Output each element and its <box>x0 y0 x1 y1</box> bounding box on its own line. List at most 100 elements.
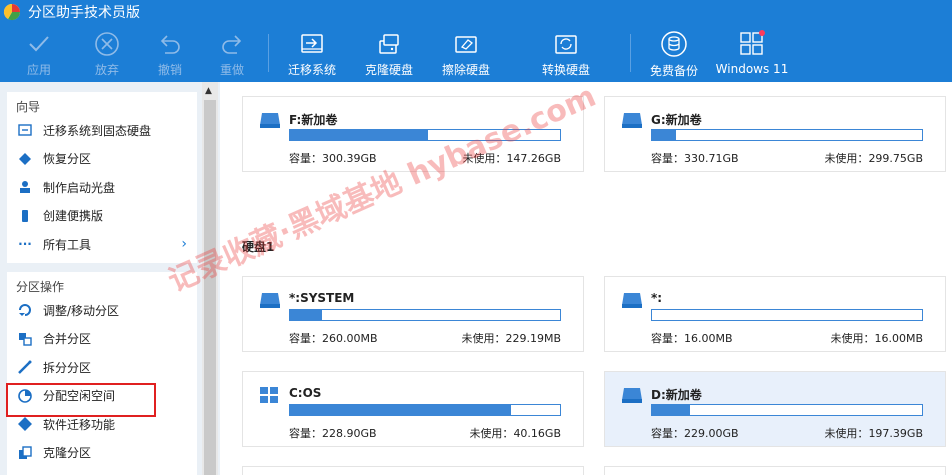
toolbar: 应用 放弃 撤销 重做 迁移系统 克隆硬盘 擦除硬盘 转换硬盘 免费备份 Win… <box>0 24 952 82</box>
toolbar-divider <box>630 34 631 72</box>
disk1-header: 硬盘1 <box>242 240 275 254</box>
unused-text: 未使用：40.16GB <box>469 427 561 440</box>
free-backup-label: 免费备份 <box>649 64 698 78</box>
usage-bar <box>651 129 923 141</box>
undo-label: 撤销 <box>157 63 182 77</box>
partition-card[interactable]: *:SYSTEM 容量：260.00MB 未使用：229.19MB <box>242 276 584 352</box>
capacity-text: 容量：16.00MB <box>651 332 733 345</box>
usage-bar-fill <box>290 405 512 415</box>
unused-text: 未使用：147.26GB <box>462 152 561 165</box>
highlight-annotation-box <box>6 383 156 417</box>
partition-drive-icon <box>621 111 643 129</box>
unused-text: 未使用：197.39GB <box>824 427 923 440</box>
close-circle-icon <box>92 30 122 57</box>
boot-disc-icon <box>17 179 33 195</box>
wipe-disk-label: 擦除硬盘 <box>441 63 490 77</box>
partition-drive-icon <box>259 291 281 309</box>
usage-bar <box>651 309 923 321</box>
usage-bar-fill <box>652 130 677 140</box>
sidebar-item-label: 克隆分区 <box>43 446 92 461</box>
merge-partition-icon <box>17 331 33 347</box>
usage-bar <box>651 404 923 416</box>
sidebar-item-migrate-ssd[interactable]: 迁移系统到固态硬盘 <box>7 116 197 145</box>
sidebar-item-label: 创建便携版 <box>43 209 104 224</box>
partition-name: G:新加卷 <box>651 113 702 127</box>
resize-partition-icon <box>17 302 33 318</box>
undo-icon <box>155 30 185 57</box>
clone-disk-label: 克隆硬盘 <box>364 63 413 77</box>
discard-label: 放弃 <box>94 63 119 77</box>
sidebar-item-label: 恢复分区 <box>43 152 92 167</box>
redo-icon <box>217 30 247 57</box>
scroll-up-icon[interactable]: ▲ <box>205 86 212 96</box>
partition-name: *: <box>651 291 663 305</box>
check-icon <box>24 30 54 57</box>
clone-disk-icon <box>374 30 404 57</box>
convert-disk-icon <box>551 30 581 57</box>
sidebar-item-all-tools[interactable]: ··· 所有工具 › <box>7 230 197 259</box>
title-bar: 分区助手技术员版 <box>0 0 952 24</box>
convert-disk-button[interactable]: 转换硬盘 <box>531 30 601 78</box>
sidebar-item-label: 制作启动光盘 <box>43 180 116 195</box>
sidebar-item-label: 迁移系统到固态硬盘 <box>43 123 152 138</box>
capacity-text: 容量：229.00GB <box>651 427 739 440</box>
sidebar-item-portable[interactable]: 创建便携版 <box>7 202 197 231</box>
sidebar-item-label: 所有工具 <box>43 237 92 252</box>
partition-name: D:新加卷 <box>651 388 702 402</box>
redo-label: 重做 <box>219 63 244 77</box>
capacity-text: 容量：300.39GB <box>289 152 377 165</box>
partition-name: *:SYSTEM <box>289 291 355 305</box>
sidebar-item-resize-move[interactable]: 调整/移动分区 <box>7 296 197 325</box>
capacity-text: 容量：228.90GB <box>289 427 377 440</box>
partition-card-partial[interactable] <box>242 466 584 475</box>
sidebar-item-clone-partition[interactable]: 克隆分区 <box>7 439 197 468</box>
disk-map-area: F:新加卷 容量：300.39GB 未使用：147.26GB G:新加卷 容量：… <box>222 82 952 475</box>
sidebar-item-merge[interactable]: 合并分区 <box>7 325 197 354</box>
sidebar-item-label: 合并分区 <box>43 332 92 347</box>
undo-button[interactable]: 撤销 <box>135 30 205 78</box>
discard-button[interactable]: 放弃 <box>72 30 142 78</box>
unused-text: 未使用：16.00MB <box>830 332 923 345</box>
partition-card-partial[interactable] <box>604 466 946 475</box>
partition-ops-title: 分区操作 <box>16 280 65 294</box>
partition-card[interactable]: F:新加卷 容量：300.39GB 未使用：147.26GB <box>242 96 584 172</box>
partition-drive-icon <box>621 386 643 404</box>
migrate-os-button[interactable]: 迁移系统 <box>277 30 347 78</box>
migrate-ssd-icon <box>17 122 33 138</box>
windows11-label: Windows 11 <box>715 62 789 76</box>
partition-name: F:新加卷 <box>289 113 338 127</box>
convert-disk-label: 转换硬盘 <box>541 63 590 77</box>
migrate-disk-icon <box>297 30 327 57</box>
more-dots-icon: ··· <box>18 237 32 252</box>
clone-disk-button[interactable]: 克隆硬盘 <box>354 30 424 78</box>
sidebar-item-split[interactable]: 拆分分区 <box>7 353 197 382</box>
backup-database-icon <box>659 30 689 58</box>
sidebar-item-label: 软件迁移功能 <box>43 417 116 432</box>
windows11-button[interactable]: Windows 11 <box>715 30 789 78</box>
unused-text: 未使用：299.75GB <box>824 152 923 165</box>
unused-text: 未使用：229.19MB <box>461 332 561 345</box>
wipe-disk-button[interactable]: 擦除硬盘 <box>431 30 501 78</box>
sidebar-scrollbar[interactable]: ▲ <box>202 82 218 475</box>
usage-bar-fill <box>290 130 428 140</box>
partition-card[interactable]: C:OS 容量：228.90GB 未使用：40.16GB <box>242 371 584 447</box>
sidebar-item-recover-partition[interactable]: 恢复分区 <box>7 145 197 174</box>
sidebar-item-label: 调整/移动分区 <box>43 303 120 318</box>
sidebar-item-boot-disc[interactable]: 制作启动光盘 <box>7 173 197 202</box>
redo-button[interactable]: 重做 <box>197 30 267 78</box>
free-backup-button[interactable]: 免费备份 <box>639 30 709 78</box>
sidebar-item-label: 拆分分区 <box>43 360 92 375</box>
usage-bar-fill <box>652 405 690 415</box>
split-partition-icon <box>17 359 33 375</box>
partition-ops-panel: 分区操作 调整/移动分区 合并分区 拆分分区 分配空闲空间 软件迁移功能 克隆分… <box>7 272 197 475</box>
partition-name: C:OS <box>289 386 322 400</box>
partition-card[interactable]: *: 容量：16.00MB 未使用：16.00MB <box>604 276 946 352</box>
scrollbar-thumb[interactable] <box>204 100 216 475</box>
partition-card[interactable]: G:新加卷 容量：330.71GB 未使用：299.75GB <box>604 96 946 172</box>
partition-card-selected[interactable]: D:新加卷 容量：229.00GB 未使用：197.39GB <box>604 371 946 447</box>
clone-partition-icon <box>17 445 33 461</box>
guide-panel: 向导 迁移系统到固态硬盘 恢复分区 制作启动光盘 创建便携版 ··· 所有工具 … <box>7 92 197 263</box>
eraser-disk-icon <box>451 30 481 57</box>
partition-drive-icon <box>621 291 643 309</box>
apply-button[interactable]: 应用 <box>4 30 74 78</box>
